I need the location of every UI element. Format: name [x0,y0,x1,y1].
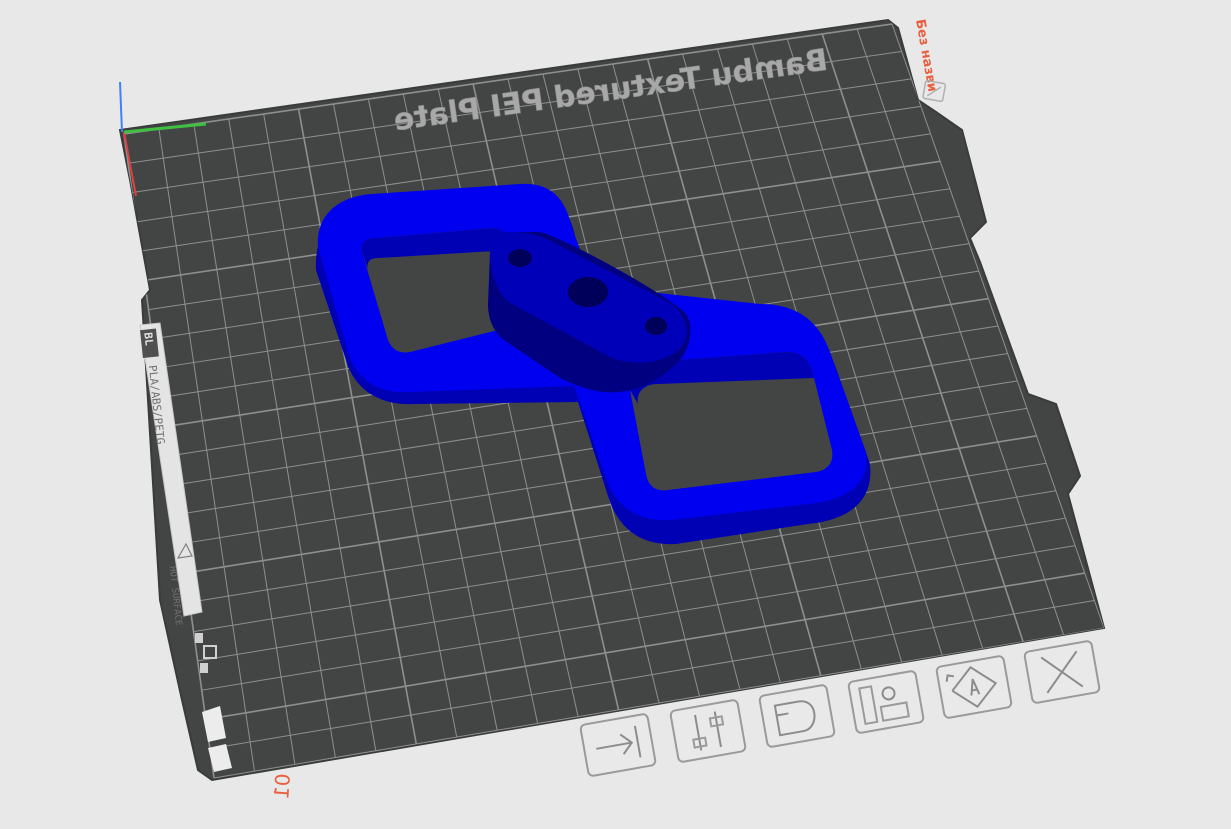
3d-viewport[interactable]: Bambu Textured PEI Plate Без назви BL PL… [0,0,1231,825]
brand-logo: BL [141,332,155,347]
z-axis [119,81,123,133]
screw-hole-2 [645,317,667,335]
lock-button[interactable] [758,684,836,748]
delete-plate-button[interactable] [1023,640,1101,704]
screw-hole-1 [508,249,532,267]
arrange-button[interactable] [579,713,657,777]
auto-orient-button[interactable] [847,670,925,734]
settings-button[interactable] [669,699,747,763]
plate-number-text: 01 [269,773,295,800]
center-hole [568,277,608,307]
scene: Bambu Textured PEI Plate Без назви BL PL… [118,18,1106,800]
plate-number: 01 [269,773,295,800]
plate-type-button[interactable] [935,655,1013,719]
